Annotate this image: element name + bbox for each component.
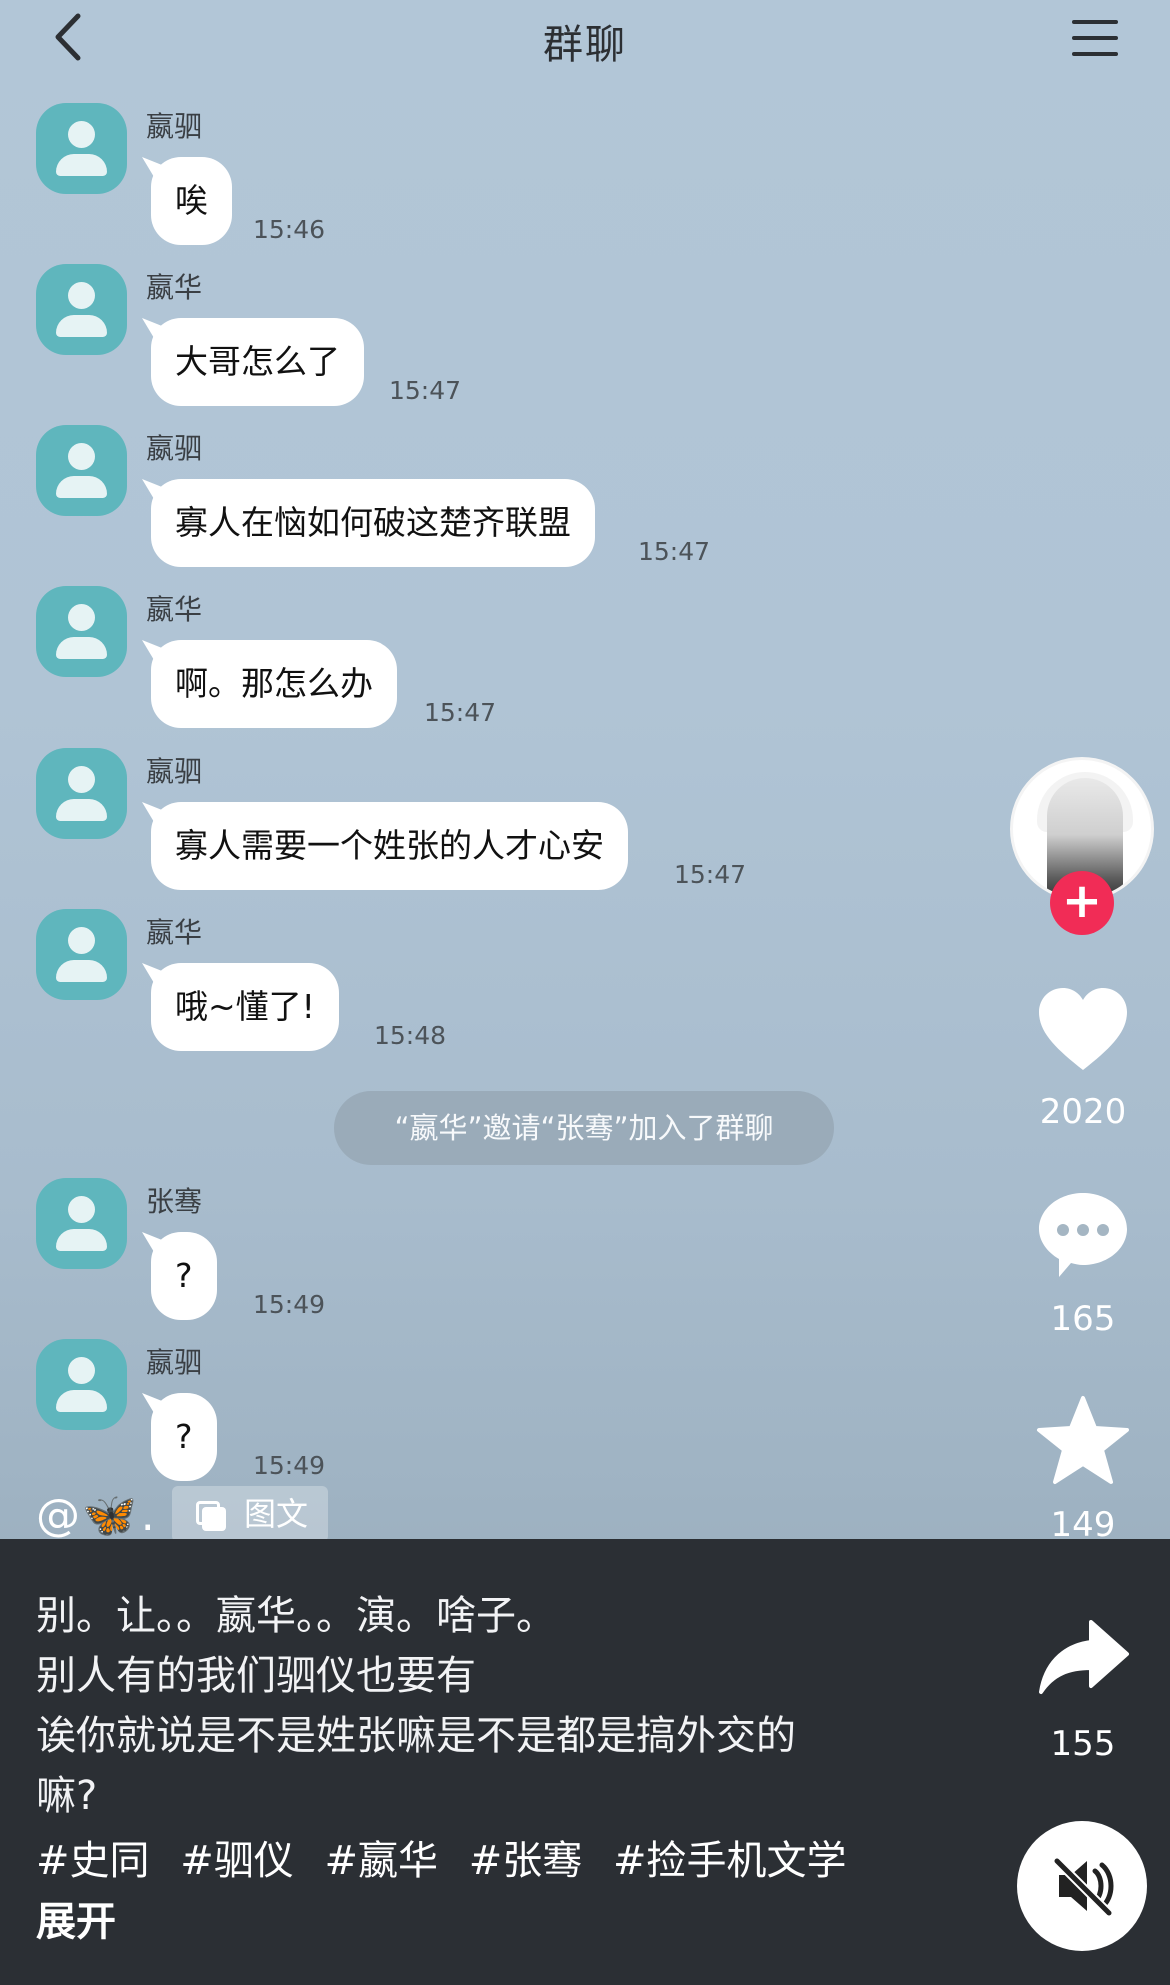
message-time: 15:47 [424, 698, 497, 727]
caption-line: 别。让。。嬴华。。演。啥子。 [36, 1593, 556, 1639]
chat-message: 嬴驷 ? 15:49 [0, 1331, 1000, 1491]
sender-name: 嬴华 [146, 916, 203, 949]
sender-name: 嬴驷 [146, 1346, 203, 1379]
hashtag-list: #史同 #驷仪 #嬴华 #张骞 #捡手机文学 [36, 1828, 864, 1886]
chat-message: 张骞 ? 15:49 [0, 1170, 1000, 1330]
share-count: 155 [1050, 1724, 1116, 1764]
post-type-label: 图文 [244, 1495, 309, 1533]
message-time: 15:49 [253, 1451, 326, 1480]
hashtag[interactable]: #张骞 [469, 1838, 583, 1884]
butterfly-icon: 🦋 [82, 1490, 137, 1541]
share-arrow-icon[interactable] [1035, 1612, 1131, 1708]
message-time: 15:49 [253, 1290, 326, 1319]
message-bubble[interactable]: 寡人需要一个姓张的人才心安 [151, 802, 628, 890]
sender-name: 嬴华 [146, 593, 203, 626]
avatar[interactable] [36, 1178, 127, 1269]
message-bubble[interactable]: 哦~懂了! [151, 963, 339, 1051]
sender-name: 张骞 [146, 1185, 203, 1218]
gallery-icon-front [202, 1507, 226, 1531]
top-bar: 群聊 [0, 0, 1170, 76]
author-handle[interactable]: @ 🦋. [36, 1488, 155, 1542]
chat-message: 嬴驷 唉 15:46 [0, 95, 1000, 255]
chat-message: 嬴驷 寡人在恼如何破这楚齐联盟 15:47 [0, 417, 1000, 577]
avatar[interactable] [36, 748, 127, 839]
author-suffix: . [140, 1489, 155, 1541]
hashtag[interactable]: #嬴华 [324, 1838, 438, 1884]
post-type-badge: 图文 [172, 1486, 328, 1542]
hamburger-menu-icon[interactable] [1072, 18, 1118, 58]
avatar[interactable] [36, 264, 127, 355]
star-icon[interactable] [1035, 1394, 1131, 1490]
comment-count: 165 [1050, 1299, 1116, 1339]
message-bubble[interactable]: 寡人在恼如何破这楚齐联盟 [151, 479, 595, 567]
avatar[interactable] [36, 103, 127, 194]
caption-line: 别人有的我们驷仪也要有 [36, 1653, 476, 1699]
avatar[interactable] [36, 909, 127, 1000]
chat-message: 嬴驷 寡人需要一个姓张的人才心安 15:47 [0, 740, 1000, 900]
sender-name: 嬴驷 [146, 755, 203, 788]
message-time: 15:48 [374, 1021, 447, 1050]
chat-message: 嬴华 啊。那怎么办 15:47 [0, 578, 1000, 738]
author-prefix: @ [36, 1489, 80, 1541]
plus-icon[interactable]: + [1050, 871, 1114, 935]
message-bubble[interactable]: 大哥怎么了 [151, 318, 364, 406]
avatar[interactable] [36, 1339, 127, 1430]
hashtag[interactable]: #捡手机文学 [613, 1838, 847, 1884]
hashtag[interactable]: #史同 [36, 1838, 150, 1884]
system-notice: “嬴华”邀请“张骞”加入了群聊 [334, 1091, 834, 1165]
message-time: 15:47 [389, 376, 462, 405]
heart-icon[interactable] [1035, 982, 1131, 1078]
sender-name: 嬴驷 [146, 432, 203, 465]
sender-name: 嬴驷 [146, 110, 203, 143]
caption-line: 诶你就说是不是姓张嘛是不是都是搞外交的 [36, 1713, 796, 1759]
message-bubble[interactable]: 啊。那怎么办 [151, 640, 397, 728]
message-time: 15:47 [674, 860, 747, 889]
message-time: 15:47 [638, 537, 711, 566]
message-bubble[interactable]: ? [151, 1232, 217, 1320]
favorite-count: 149 [1050, 1505, 1116, 1545]
hashtag[interactable]: #驷仪 [180, 1838, 294, 1884]
like-count: 2020 [1039, 1092, 1127, 1132]
chat-message: 嬴华 哦~懂了! 15:48 [0, 901, 1000, 1061]
caption-panel: 别。让。。嬴华。。演。啥子。 别人有的我们驷仪也要有 诶你就说是不是姓张嘛是不是… [0, 1539, 1170, 1985]
message-bubble[interactable]: ? [151, 1393, 217, 1481]
page-title: 群聊 [543, 22, 627, 68]
avatar[interactable] [36, 586, 127, 677]
message-bubble[interactable]: 唉 [151, 157, 232, 245]
avatar[interactable] [36, 425, 127, 516]
expand-button[interactable]: 展开 [36, 1889, 116, 1947]
chat-message: 嬴华 大哥怎么了 15:47 [0, 256, 1000, 416]
message-time: 15:46 [253, 215, 326, 244]
speaker-muted-icon[interactable] [1017, 1821, 1147, 1951]
sender-name: 嬴华 [146, 271, 203, 304]
comment-bubble-icon[interactable] [1035, 1187, 1131, 1283]
caption-line: 嘛? [36, 1773, 98, 1819]
